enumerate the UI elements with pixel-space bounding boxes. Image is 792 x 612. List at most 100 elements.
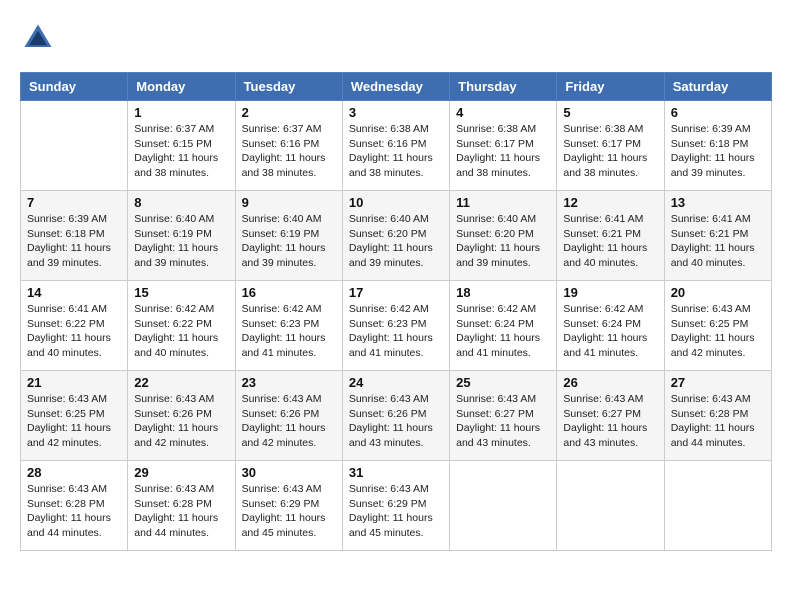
day-info: Sunrise: 6:37 AMSunset: 6:15 PMDaylight:… — [134, 122, 228, 181]
day-of-week-header: Friday — [557, 73, 664, 101]
day-number: 1 — [134, 105, 228, 120]
day-number: 4 — [456, 105, 550, 120]
day-number: 21 — [27, 375, 121, 390]
day-info: Sunrise: 6:43 AMSunset: 6:27 PMDaylight:… — [456, 392, 550, 451]
day-info: Sunrise: 6:40 AMSunset: 6:20 PMDaylight:… — [349, 212, 443, 271]
calendar-day-cell: 27 Sunrise: 6:43 AMSunset: 6:28 PMDayligh… — [664, 371, 771, 461]
logo — [20, 20, 60, 56]
calendar-day-cell: 21 Sunrise: 6:43 AMSunset: 6:25 PMDayligh… — [21, 371, 128, 461]
day-info: Sunrise: 6:42 AMSunset: 6:23 PMDaylight:… — [349, 302, 443, 361]
calendar-day-cell: 5 Sunrise: 6:38 AMSunset: 6:17 PMDaylight… — [557, 101, 664, 191]
calendar-day-cell: 30 Sunrise: 6:43 AMSunset: 6:29 PMDayligh… — [235, 461, 342, 551]
day-of-week-header: Saturday — [664, 73, 771, 101]
day-info: Sunrise: 6:41 AMSunset: 6:21 PMDaylight:… — [671, 212, 765, 271]
day-info: Sunrise: 6:43 AMSunset: 6:28 PMDaylight:… — [134, 482, 228, 541]
day-number: 19 — [563, 285, 657, 300]
calendar-table: SundayMondayTuesdayWednesdayThursdayFrid… — [20, 72, 772, 551]
day-info: Sunrise: 6:43 AMSunset: 6:25 PMDaylight:… — [671, 302, 765, 361]
day-number: 30 — [242, 465, 336, 480]
day-of-week-header: Thursday — [450, 73, 557, 101]
calendar-week-row: 14Sunrise: 6:41 AMSunset: 6:22 PMDayligh… — [21, 281, 772, 371]
day-info: Sunrise: 6:43 AMSunset: 6:25 PMDaylight:… — [27, 392, 121, 451]
day-number: 5 — [563, 105, 657, 120]
day-info: Sunrise: 6:43 AMSunset: 6:27 PMDaylight:… — [563, 392, 657, 451]
calendar-day-cell: 9Sunrise: 6:40 AMSunset: 6:19 PMDaylight… — [235, 191, 342, 281]
calendar-empty-cell — [557, 461, 664, 551]
day-info: Sunrise: 6:43 AMSunset: 6:26 PMDaylight:… — [242, 392, 336, 451]
calendar-day-cell: 19Sunrise: 6:42 AMSunset: 6:24 PMDayligh… — [557, 281, 664, 371]
day-number: 25 — [456, 375, 550, 390]
calendar-day-cell: 26 Sunrise: 6:43 AMSunset: 6:27 PMDayligh… — [557, 371, 664, 461]
day-info: Sunrise: 6:40 AMSunset: 6:20 PMDaylight:… — [456, 212, 550, 271]
calendar-day-cell: 3Sunrise: 6:38 AMSunset: 6:16 PMDaylight… — [342, 101, 449, 191]
day-info: Sunrise: 6:43 AMSunset: 6:28 PMDaylight:… — [671, 392, 765, 451]
calendar-day-cell: 25 Sunrise: 6:43 AMSunset: 6:27 PMDayligh… — [450, 371, 557, 461]
day-of-week-header: Sunday — [21, 73, 128, 101]
day-number: 27 — [671, 375, 765, 390]
day-info: Sunrise: 6:38 AMSunset: 6:17 PMDaylight:… — [456, 122, 550, 181]
day-number: 31 — [349, 465, 443, 480]
calendar-day-cell: 17Sunrise: 6:42 AMSunset: 6:23 PMDayligh… — [342, 281, 449, 371]
day-info: Sunrise: 6:42 AMSunset: 6:23 PMDaylight:… — [242, 302, 336, 361]
calendar-week-row: 28 Sunrise: 6:43 AMSunset: 6:28 PMDayligh… — [21, 461, 772, 551]
day-number: 3 — [349, 105, 443, 120]
calendar-day-cell: 15 Sunrise: 6:42 AMSunset: 6:22 PMDayligh… — [128, 281, 235, 371]
calendar-day-cell: 2 Sunrise: 6:37 AMSunset: 6:16 PMDaylight… — [235, 101, 342, 191]
calendar-day-cell: 4 Sunrise: 6:38 AMSunset: 6:17 PMDaylight… — [450, 101, 557, 191]
day-info: Sunrise: 6:39 AMSunset: 6:18 PMDaylight:… — [27, 212, 121, 271]
day-number: 8 — [134, 195, 228, 210]
calendar-day-cell: 13Sunrise: 6:41 AMSunset: 6:21 PMDayligh… — [664, 191, 771, 281]
day-number: 12 — [563, 195, 657, 210]
day-number: 26 — [563, 375, 657, 390]
calendar-day-cell: 1 Sunrise: 6:37 AMSunset: 6:15 PMDaylight… — [128, 101, 235, 191]
calendar-week-row: 7Sunrise: 6:39 AMSunset: 6:18 PMDaylight… — [21, 191, 772, 281]
day-number: 15 — [134, 285, 228, 300]
calendar-week-row: 21 Sunrise: 6:43 AMSunset: 6:25 PMDayligh… — [21, 371, 772, 461]
day-info: Sunrise: 6:37 AMSunset: 6:16 PMDaylight:… — [242, 122, 336, 181]
calendar-empty-cell — [21, 101, 128, 191]
calendar-day-cell: 28 Sunrise: 6:43 AMSunset: 6:28 PMDayligh… — [21, 461, 128, 551]
day-number: 23 — [242, 375, 336, 390]
day-info: Sunrise: 6:43 AMSunset: 6:28 PMDaylight:… — [27, 482, 121, 541]
day-number: 16 — [242, 285, 336, 300]
day-info: Sunrise: 6:43 AMSunset: 6:29 PMDaylight:… — [242, 482, 336, 541]
day-info: Sunrise: 6:41 AMSunset: 6:21 PMDaylight:… — [563, 212, 657, 271]
day-info: Sunrise: 6:42 AMSunset: 6:24 PMDaylight:… — [456, 302, 550, 361]
calendar-day-cell: 22 Sunrise: 6:43 AMSunset: 6:26 PMDayligh… — [128, 371, 235, 461]
day-number: 9 — [242, 195, 336, 210]
day-info: Sunrise: 6:39 AMSunset: 6:18 PMDaylight:… — [671, 122, 765, 181]
day-info: Sunrise: 6:43 AMSunset: 6:26 PMDaylight:… — [349, 392, 443, 451]
day-number: 24 — [349, 375, 443, 390]
calendar-day-cell: 24 Sunrise: 6:43 AMSunset: 6:26 PMDayligh… — [342, 371, 449, 461]
day-number: 22 — [134, 375, 228, 390]
calendar-day-cell: 18Sunrise: 6:42 AMSunset: 6:24 PMDayligh… — [450, 281, 557, 371]
calendar-day-cell: 6 Sunrise: 6:39 AMSunset: 6:18 PMDaylight… — [664, 101, 771, 191]
calendar-day-cell: 11 Sunrise: 6:40 AMSunset: 6:20 PMDayligh… — [450, 191, 557, 281]
calendar-day-cell: 14Sunrise: 6:41 AMSunset: 6:22 PMDayligh… — [21, 281, 128, 371]
calendar-empty-cell — [450, 461, 557, 551]
day-info: Sunrise: 6:40 AMSunset: 6:19 PMDaylight:… — [134, 212, 228, 271]
calendar-empty-cell — [664, 461, 771, 551]
day-number: 2 — [242, 105, 336, 120]
day-number: 10 — [349, 195, 443, 210]
day-number: 20 — [671, 285, 765, 300]
logo-icon — [20, 20, 56, 56]
calendar-day-cell: 20 Sunrise: 6:43 AMSunset: 6:25 PMDayligh… — [664, 281, 771, 371]
day-of-week-header: Wednesday — [342, 73, 449, 101]
calendar-week-row: 1 Sunrise: 6:37 AMSunset: 6:15 PMDaylight… — [21, 101, 772, 191]
day-info: Sunrise: 6:43 AMSunset: 6:26 PMDaylight:… — [134, 392, 228, 451]
calendar-day-cell: 12 Sunrise: 6:41 AMSunset: 6:21 PMDayligh… — [557, 191, 664, 281]
day-info: Sunrise: 6:43 AMSunset: 6:29 PMDaylight:… — [349, 482, 443, 541]
day-info: Sunrise: 6:38 AMSunset: 6:17 PMDaylight:… — [563, 122, 657, 181]
day-number: 11 — [456, 195, 550, 210]
day-number: 29 — [134, 465, 228, 480]
calendar-day-cell: 8 Sunrise: 6:40 AMSunset: 6:19 PMDaylight… — [128, 191, 235, 281]
day-of-week-header: Monday — [128, 73, 235, 101]
calendar-day-cell: 16 Sunrise: 6:42 AMSunset: 6:23 PMDayligh… — [235, 281, 342, 371]
day-of-week-header: Tuesday — [235, 73, 342, 101]
day-number: 28 — [27, 465, 121, 480]
day-number: 6 — [671, 105, 765, 120]
calendar-day-cell: 7Sunrise: 6:39 AMSunset: 6:18 PMDaylight… — [21, 191, 128, 281]
day-info: Sunrise: 6:42 AMSunset: 6:22 PMDaylight:… — [134, 302, 228, 361]
calendar-day-cell: 23 Sunrise: 6:43 AMSunset: 6:26 PMDayligh… — [235, 371, 342, 461]
